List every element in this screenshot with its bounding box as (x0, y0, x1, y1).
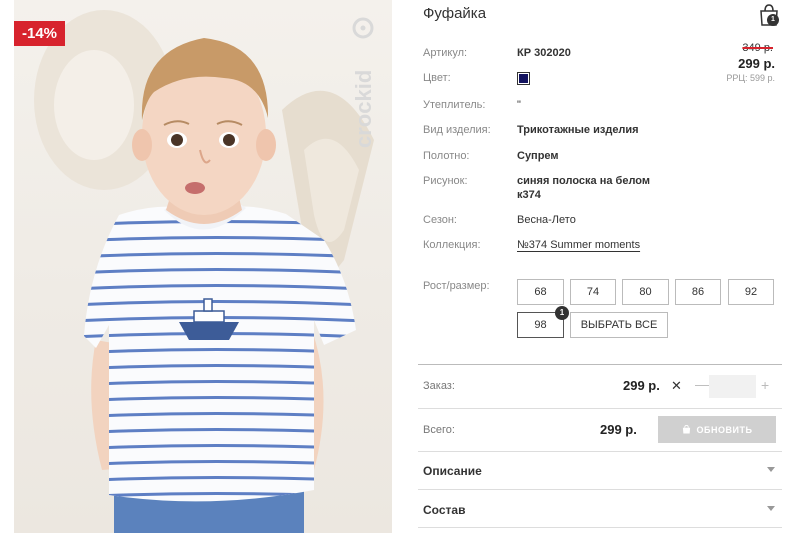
attr-label-type: Вид изделия: (423, 124, 491, 136)
select-all-button[interactable]: ВЫБРАТЬ ВСЕ (570, 312, 668, 338)
size-option-74[interactable]: 74 (570, 279, 616, 305)
size-option-80[interactable]: 80 (622, 279, 669, 305)
attr-value-season: Весна-Лето (517, 214, 576, 226)
update-button-label: ОБНОВИТЬ (696, 424, 753, 435)
divider (418, 489, 782, 490)
quantity-input[interactable] (709, 375, 756, 398)
brand-logo: crockid (351, 17, 376, 148)
color-swatch[interactable] (517, 72, 530, 85)
divider (418, 408, 782, 409)
brand-logo-text: crockid (351, 70, 376, 148)
attr-label-insulation: Утеплитель: (423, 99, 486, 111)
attr-value-type: Трикотажные изделия (517, 124, 639, 136)
cart-count-badge: 1 (767, 14, 779, 26)
divider (418, 364, 782, 365)
attr-label-collection: Коллекция: (423, 239, 481, 251)
total-price: 299 р. (600, 422, 637, 437)
color-swatch-fill (519, 74, 528, 83)
attr-label-color: Цвет: (423, 72, 451, 84)
increase-quantity-button[interactable]: + (761, 377, 769, 393)
product-title: Фуфайка (423, 5, 487, 22)
chevron-down-icon[interactable] (767, 506, 775, 511)
order-price: 299 р. (623, 378, 660, 393)
accordion-description[interactable]: Описание (423, 464, 482, 478)
attr-label-pattern: Рисунок: (423, 175, 468, 187)
rrc-price: РРЦ: 599 р. (726, 73, 775, 83)
attr-value-pattern: синяя полоска на белом (517, 175, 651, 187)
accordion-composition[interactable]: Состав (423, 503, 465, 517)
product-image (34, 10, 374, 533)
divider (418, 451, 782, 452)
current-price: 299 р. (738, 56, 775, 71)
attr-label-season: Сезон: (423, 214, 457, 226)
cart-small-icon (682, 425, 690, 434)
old-price: 349 р. (742, 42, 773, 54)
discount-badge: -14% (14, 21, 65, 46)
size-option-68[interactable]: 68 (517, 279, 564, 305)
size-label: Рост/размер: (423, 280, 490, 292)
chevron-down-icon[interactable] (767, 467, 775, 472)
decrease-quantity-button[interactable]: — (695, 376, 709, 392)
selected-size-badge: 1 (555, 306, 569, 320)
attr-value-article: КР 302020 (517, 47, 571, 59)
order-label: Заказ: (423, 380, 455, 392)
total-label: Всего: (423, 424, 455, 436)
times-icon: ✕ (671, 378, 682, 393)
update-button[interactable]: ОБНОВИТЬ (658, 416, 776, 443)
divider (418, 527, 782, 528)
size-option-86[interactable]: 86 (675, 279, 721, 305)
attr-value-fabric: Супрем (517, 150, 559, 162)
attr-label-fabric: Полотно: (423, 150, 470, 162)
attr-label-article: Артикул: (423, 47, 468, 59)
product-photo[interactable] (14, 0, 392, 533)
collection-link[interactable]: №374 Summer moments (517, 239, 640, 251)
attr-value-insulation: " (517, 99, 521, 111)
size-option-92[interactable]: 92 (728, 279, 774, 305)
attr-value-pattern-code: к374 (517, 189, 541, 201)
